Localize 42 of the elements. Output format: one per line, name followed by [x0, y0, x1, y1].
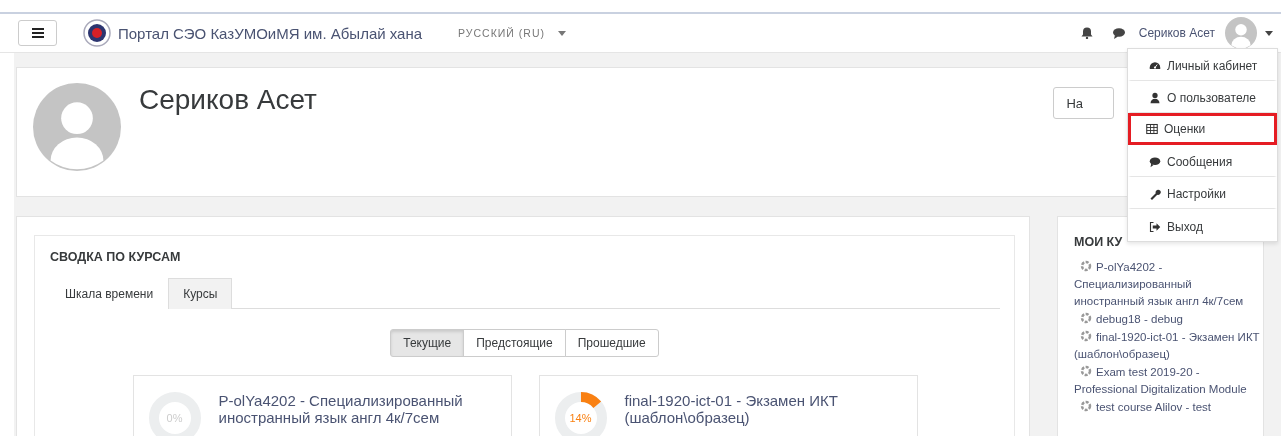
menu-item[interactable]: О пользователе: [1128, 81, 1277, 113]
course-icon: [1080, 312, 1092, 324]
filter-button[interactable]: Прошедшие: [564, 329, 659, 357]
avatar-icon: [33, 83, 121, 171]
course-link[interactable]: test course Alilov - test: [1074, 399, 1260, 416]
caret-icon: [558, 30, 566, 36]
language-menu[interactable]: РУССКИЙ (RU): [458, 27, 566, 39]
header-button[interactable]: На: [1053, 87, 1114, 119]
chat-icon: [1149, 156, 1161, 168]
caret-icon[interactable]: [1265, 30, 1273, 36]
course-title[interactable]: final-1920-ict-01 - Экзамен ИКТ (шаблон\образец): [624, 392, 905, 436]
menu-item[interactable]: Настройки: [1128, 177, 1277, 209]
bell-icon[interactable]: [1080, 27, 1093, 39]
course-link[interactable]: final-1920-ict-01 - Экзамен ИКТ (шаблон\образец): [1074, 329, 1260, 363]
exit-icon: [1149, 220, 1161, 233]
wrench-icon: [1149, 188, 1161, 200]
course-title[interactable]: P-olYa4202 - Специализированный иностранный язык англ 4к/7сем: [218, 392, 499, 436]
user-name[interactable]: Сериков Асет: [1138, 26, 1215, 40]
tab[interactable]: Курсы: [168, 278, 233, 309]
menu-item[interactable]: Сообщения: [1128, 145, 1277, 177]
course-icon: [1080, 330, 1092, 342]
course-icon: [1080, 365, 1092, 377]
menu-button[interactable]: [18, 20, 57, 46]
course-icon: [1080, 400, 1092, 412]
progress-percent: 14%: [568, 412, 593, 424]
site-name[interactable]: Портал СЭО КазУМОиМЯ им. Абылай хана: [118, 24, 423, 42]
sidebar-title: МОИ КУ: [1074, 235, 1124, 249]
filter-button[interactable]: Текущие: [390, 329, 465, 357]
emblem-logo[interactable]: [83, 19, 111, 47]
user-icon: [1149, 92, 1161, 104]
table-icon: [1146, 123, 1158, 135]
dashboard-icon: [1149, 60, 1161, 72]
profile-name: Сериков Асет: [139, 84, 318, 117]
menu-icon: [31, 28, 44, 38]
chat-icon[interactable]: [1112, 27, 1125, 39]
filter-button[interactable]: Предстоящие: [463, 329, 566, 357]
menu-item[interactable]: Личный кабинет: [1128, 49, 1277, 81]
section-title: СВОДКА ПО КУРСАМ: [50, 250, 182, 264]
course-icon: [1080, 260, 1092, 272]
menu-item[interactable]: Выход: [1128, 209, 1277, 241]
course-link[interactable]: debug18 - debug: [1074, 311, 1260, 328]
menu-item[interactable]: Оценки: [1128, 113, 1277, 145]
